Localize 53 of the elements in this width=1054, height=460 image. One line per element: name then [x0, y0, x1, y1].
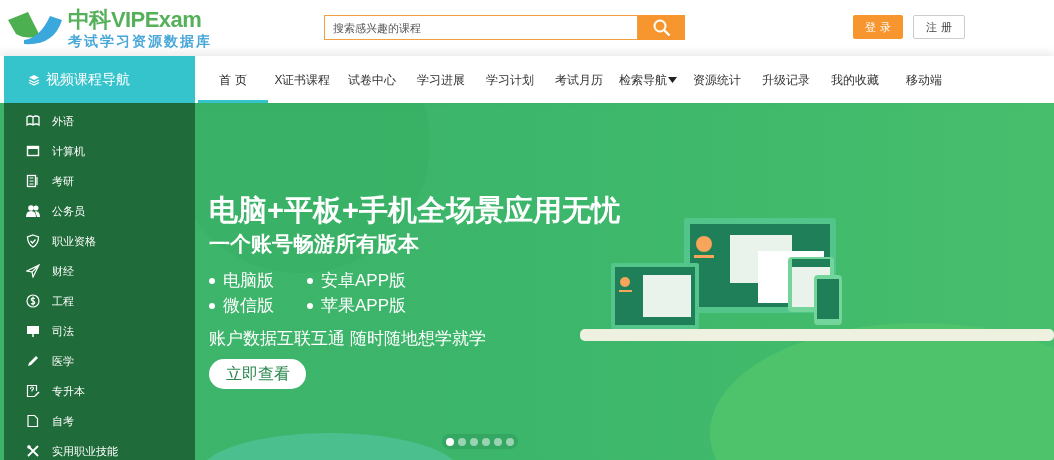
- file-icon: [26, 414, 40, 428]
- view-now-button[interactable]: 立即查看: [209, 359, 306, 389]
- logo-title: 中科VIPExam: [68, 8, 203, 31]
- exam-icon: [26, 384, 40, 398]
- nav-tab[interactable]: 资源统计: [682, 56, 751, 103]
- nav-tab[interactable]: 考试月历: [544, 56, 613, 103]
- nav-tab[interactable]: 试卷中心: [337, 56, 406, 103]
- sidebar-item[interactable]: 专升本: [4, 376, 195, 406]
- logo-icon: [6, 10, 62, 46]
- paper-plane-icon: [26, 264, 40, 278]
- sidebar-item[interactable]: 医学: [4, 346, 195, 376]
- register-button[interactable]: 注 册: [913, 15, 965, 39]
- banner-tagline: 账户数据互联互通 随时随地想学就学: [209, 328, 487, 350]
- bullet-icon: [209, 278, 215, 284]
- nav-tab[interactable]: 升级记录: [751, 56, 820, 103]
- book-icon: [26, 114, 40, 128]
- nav-tab[interactable]: 我的收藏: [820, 56, 889, 103]
- sidebar-item[interactable]: 工程: [4, 286, 195, 316]
- users-icon: [26, 204, 40, 218]
- sidebar-item[interactable]: 考研: [4, 166, 195, 196]
- banner-subheadline: 一个账号畅游所有版本: [209, 231, 420, 257]
- nav-tab[interactable]: 移动端: [889, 56, 958, 103]
- nav-tab[interactable]: 学习计划: [475, 56, 544, 103]
- layers-icon: [28, 73, 40, 86]
- bullet-icon: [307, 278, 313, 284]
- pencil-icon: [26, 354, 40, 368]
- bullet-icon: [209, 303, 215, 309]
- sidebar-item[interactable]: 职业资格: [4, 226, 195, 256]
- feature-item: 微信版: [209, 294, 307, 318]
- sidebar-item[interactable]: 自考: [4, 406, 195, 436]
- dollar-icon: [26, 294, 40, 308]
- bullet-icon: [307, 303, 313, 309]
- sidebar-item[interactable]: 计算机: [4, 136, 195, 166]
- nav-tab[interactable]: 学习进展: [406, 56, 475, 103]
- nav-tab[interactable]: X证书课程: [268, 56, 337, 103]
- document-icon: [26, 174, 40, 188]
- tools-icon: [26, 444, 40, 458]
- sidebar-item[interactable]: 外语: [4, 106, 195, 136]
- sidebar-item[interactable]: 司法: [4, 316, 195, 346]
- logo-subtitle: 考试学习资源数据库: [68, 33, 212, 48]
- search-icon: [652, 18, 671, 37]
- search-button[interactable]: [638, 15, 685, 40]
- nav-tab[interactable]: 检索导航: [613, 56, 682, 103]
- sidebar-item[interactable]: 财经: [4, 256, 195, 286]
- sidebar-item[interactable]: 公务员: [4, 196, 195, 226]
- feature-item: 电脑版: [209, 269, 307, 293]
- search-field[interactable]: 搜索感兴趣的课程: [324, 15, 638, 40]
- window-icon: [26, 144, 40, 158]
- sidebar-item[interactable]: 实用职业技能: [4, 436, 195, 460]
- shield-icon: [26, 234, 40, 248]
- sidebar-title: 视频课程导航: [46, 70, 130, 89]
- presentation-icon: [26, 324, 40, 338]
- banner-headline: 电脑+平板+手机全场景应用无忧: [209, 193, 620, 227]
